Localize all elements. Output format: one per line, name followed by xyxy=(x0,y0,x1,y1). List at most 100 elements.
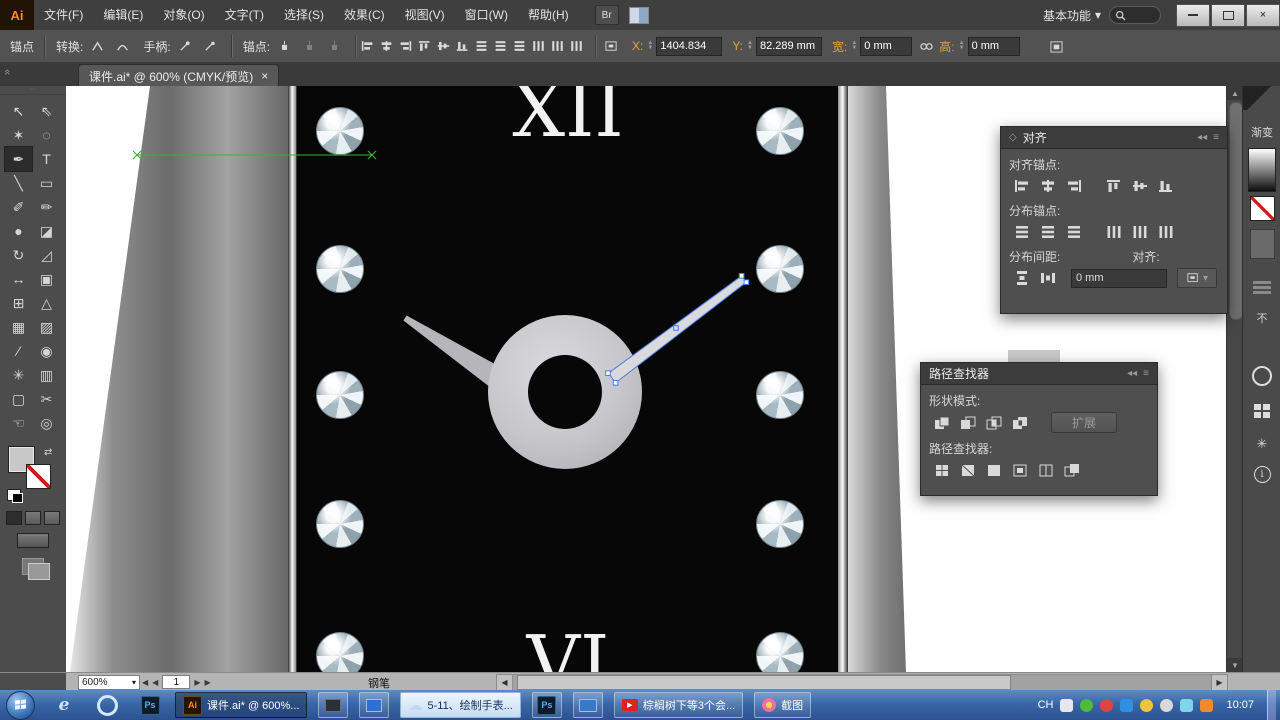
zoom-level-dropdown[interactable]: 600% ▾ xyxy=(78,675,140,690)
anchor-point[interactable] xyxy=(612,380,619,386)
x-stepper[interactable]: ▲ ▼ xyxy=(647,40,653,51)
tray-icon[interactable] xyxy=(1120,698,1134,712)
collapse-panel-icon[interactable]: ◂◂ xyxy=(1127,368,1137,379)
scroll-left-button[interactable]: ◀ xyxy=(496,674,513,691)
none-swatch[interactable] xyxy=(1249,196,1275,221)
distribute-center-button[interactable] xyxy=(549,38,566,55)
align-to-dropdown[interactable] xyxy=(600,36,622,56)
symbols-panel-icon[interactable]: ✳ xyxy=(1257,436,1268,452)
tray-icon[interactable] xyxy=(1200,698,1214,712)
gradient-swatch[interactable] xyxy=(1248,148,1276,192)
close-button[interactable]: × xyxy=(1246,3,1280,27)
align-right-button[interactable] xyxy=(397,38,414,55)
scroll-down-button[interactable]: ▼ xyxy=(1227,658,1243,672)
distribute-right-button[interactable] xyxy=(568,38,585,55)
tray-icon[interactable] xyxy=(1140,698,1154,712)
distribute-right-button[interactable] xyxy=(1153,222,1179,241)
browser-icon[interactable] xyxy=(93,693,121,717)
draw-inside-mode-button[interactable] xyxy=(44,511,60,525)
column-graph-tool[interactable]: ▥ xyxy=(33,363,60,387)
previous-artboard-button[interactable]: ◀ xyxy=(152,678,158,687)
transform-options-button[interactable] xyxy=(1046,36,1068,56)
distribute-top-button[interactable] xyxy=(473,38,490,55)
swatches-panel-icon[interactable] xyxy=(1253,281,1271,294)
zoom-tool[interactable]: ◎ xyxy=(33,411,60,435)
draw-normal-mode-button[interactable] xyxy=(6,511,22,525)
align-left-button[interactable] xyxy=(359,38,376,55)
line-tool[interactable]: ╲ xyxy=(5,171,32,195)
add-anchor-button[interactable] xyxy=(298,36,320,56)
tab-close-icon[interactable]: × xyxy=(261,69,268,83)
divide-button[interactable] xyxy=(929,460,955,479)
last-artboard-button[interactable]: ▶ xyxy=(204,678,210,687)
width-tool[interactable]: ↔ xyxy=(5,267,32,291)
clock[interactable]: 10:07 xyxy=(1226,699,1254,711)
width-stepper[interactable]: ▲ ▼ xyxy=(851,40,857,51)
menu-view[interactable]: 视图(V) xyxy=(395,0,455,30)
anchor-point[interactable] xyxy=(743,279,750,285)
default-colors-icon[interactable] xyxy=(7,489,23,503)
tray-icon[interactable] xyxy=(1160,698,1174,712)
exclude-button[interactable] xyxy=(1007,413,1033,432)
selection-tool[interactable]: ↖ xyxy=(5,99,32,123)
y-input[interactable] xyxy=(755,36,822,56)
distribute-top-button[interactable] xyxy=(1009,222,1035,241)
expand-button[interactable]: 扩展 xyxy=(1051,412,1117,433)
align-center-button[interactable] xyxy=(378,38,395,55)
convert-smooth-button[interactable] xyxy=(111,36,133,56)
document-tab[interactable]: 课件.ai* @ 600% (CMYK/预览) × xyxy=(78,64,280,87)
blob-brush-tool[interactable]: ● xyxy=(5,219,32,243)
blend-tool[interactable]: ◉ xyxy=(33,339,60,363)
merge-button[interactable] xyxy=(981,460,1007,479)
first-artboard-button[interactable]: ◀ xyxy=(142,678,148,687)
vertical-scrollbar-thumb[interactable] xyxy=(1229,102,1243,320)
taskbar-button-illustrator[interactable]: Ai 课件.ai* @ 600%... xyxy=(175,692,308,718)
swap-colors-icon[interactable]: ⇄ xyxy=(44,447,52,458)
align-to-dropdown[interactable]: ▾ xyxy=(1177,268,1217,288)
tray-icon[interactable] xyxy=(1100,698,1114,712)
constrain-proportions-button[interactable] xyxy=(915,36,937,56)
perspective-grid-tool[interactable]: △ xyxy=(33,291,60,315)
menu-help[interactable]: 帮助(H) xyxy=(518,0,579,30)
anchor-point[interactable] xyxy=(605,370,611,376)
horizontal-scrollbar[interactable] xyxy=(512,674,1212,691)
panel-menu-icon[interactable]: ≡ xyxy=(1143,368,1149,379)
slice-tool[interactable]: ✂ xyxy=(33,387,60,411)
panel-drag-handle[interactable]: ∙∙∙∙ xyxy=(0,86,66,95)
lasso-tool[interactable]: ◌ xyxy=(33,123,60,147)
distribute-middle-button[interactable] xyxy=(492,38,509,55)
spacing-value-input[interactable] xyxy=(1071,268,1167,288)
tray-icon[interactable] xyxy=(1180,698,1194,712)
hide-handles-button[interactable] xyxy=(199,36,221,56)
y-stepper[interactable]: ▲ ▼ xyxy=(747,40,753,51)
direct-selection-tool[interactable]: ⇖ xyxy=(33,99,60,123)
workspace-switcher[interactable]: 基本功能 ▾ xyxy=(1035,7,1109,24)
pencil-tool[interactable]: ✏ xyxy=(33,195,60,219)
screen-mode-button[interactable] xyxy=(17,533,49,548)
align-top-button[interactable] xyxy=(416,38,433,55)
start-button[interactable] xyxy=(6,690,35,720)
appearance-panel-icon[interactable] xyxy=(1254,404,1270,418)
anchor-point[interactable] xyxy=(738,273,745,279)
minute-hand-selected-path[interactable] xyxy=(607,275,748,384)
search-input[interactable] xyxy=(1126,8,1152,22)
rotate-tool[interactable]: ↻ xyxy=(5,243,32,267)
bridge-icon[interactable]: Br xyxy=(594,5,619,25)
free-transform-tool[interactable]: ▣ xyxy=(33,267,60,291)
minus-back-button[interactable] xyxy=(1059,460,1085,479)
horizontal-spacing-button[interactable] xyxy=(1035,269,1061,288)
vertical-spacing-button[interactable] xyxy=(1009,269,1035,288)
align-center-button[interactable] xyxy=(1035,176,1061,195)
artboard-tool[interactable]: ▢ xyxy=(5,387,32,411)
distribute-bottom-button[interactable] xyxy=(1061,222,1087,241)
anchor-button[interactable] xyxy=(273,36,295,56)
mesh-tool[interactable]: ▦ xyxy=(5,315,32,339)
align-middle-button[interactable] xyxy=(1127,176,1153,195)
crop-button[interactable] xyxy=(1007,460,1033,479)
taskbar-button-video[interactable]: ☁ 5-11、绘制手表... xyxy=(400,692,521,718)
taskbar-button-computer[interactable] xyxy=(359,692,390,718)
trim-button[interactable] xyxy=(955,460,981,479)
convert-corner-button[interactable] xyxy=(86,36,108,56)
align-middle-button[interactable] xyxy=(435,38,452,55)
shape-builder-tool[interactable]: ⊞ xyxy=(5,291,32,315)
